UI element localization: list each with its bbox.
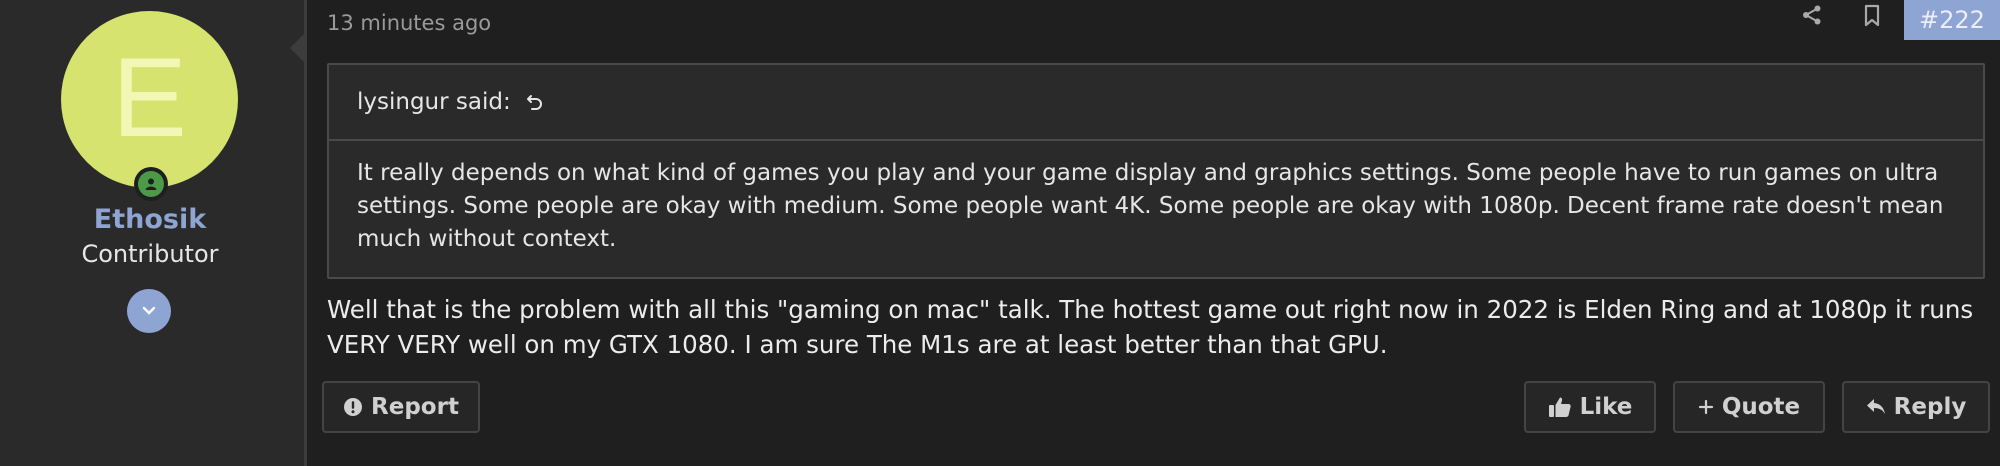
exclamation-circle-icon [344,398,363,416]
avatar[interactable]: E [61,11,238,188]
like-label: Like [1579,394,1633,420]
thumbs-up-icon [1548,397,1571,417]
reply-button[interactable]: Reply [1842,381,1990,433]
user-panel: E Ethosik Contributor [0,0,307,466]
quote-text: It really depends on what kind of games … [357,160,1944,252]
post-number-link[interactable]: #222 [1904,0,2000,40]
username-link[interactable]: Ethosik [0,204,300,235]
like-button[interactable]: Like [1524,381,1656,433]
panel-arrow [290,34,304,62]
post-message: Well that is the problem with all this "… [327,295,1974,359]
quote-block: lysingur said: It really depends on what… [327,63,1985,279]
reply-arrow-icon [1866,399,1885,414]
avatar-letter: E [112,34,187,160]
user-title: Contributor [81,240,219,268]
online-status-icon [134,167,168,201]
expand-user-info-button[interactable] [127,289,171,333]
quote-author[interactable]: lysingur said: [357,89,511,115]
quote-button[interactable]: Quote [1673,381,1825,433]
reply-label: Reply [1893,394,1967,420]
jump-arrow-icon[interactable] [525,92,545,112]
chevron-down-icon [142,306,156,315]
report-button[interactable]: Report [322,381,480,433]
bookmark-icon[interactable] [1861,4,1883,28]
plus-icon [1698,399,1713,415]
quote-header[interactable]: lysingur said: [329,65,1983,141]
post-timestamp[interactable]: 13 minutes ago [327,11,491,35]
quote-label: Quote [1721,394,1801,420]
share-icon[interactable] [1801,4,1823,26]
report-label: Report [371,394,459,420]
